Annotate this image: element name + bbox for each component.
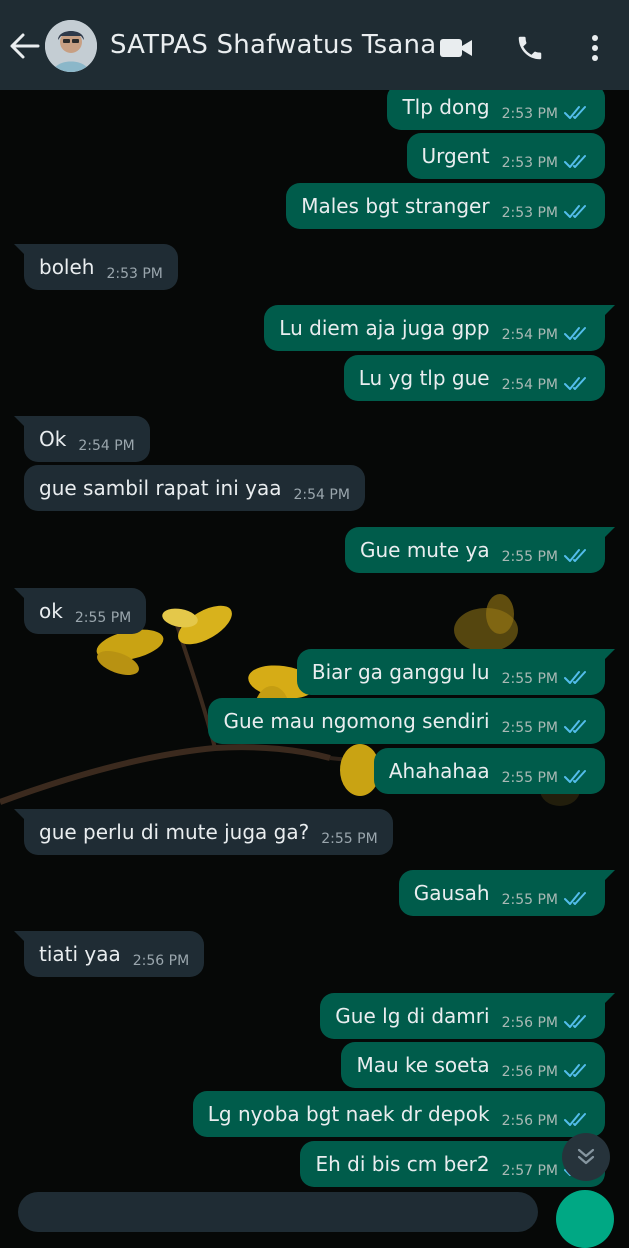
more-vertical-icon bbox=[592, 35, 598, 61]
voice-call-button[interactable] bbox=[510, 28, 550, 68]
read-receipt-icon bbox=[564, 205, 586, 218]
outgoing-message[interactable]: Males bgt stranger 2:53 PM bbox=[286, 183, 605, 229]
message-text: Tlp dong bbox=[402, 95, 490, 119]
message-text: tiati yaa bbox=[39, 942, 121, 966]
contact-name[interactable]: SATPAS Shafwatus Tsana bbox=[110, 30, 436, 60]
message-text: Biar ga ganggu lu bbox=[311, 660, 490, 684]
message-time: 2:53 PM bbox=[501, 155, 558, 171]
message-time: 2:57 PM bbox=[501, 1163, 558, 1179]
message-text: Lu yg tlp gue bbox=[358, 366, 490, 390]
outgoing-message[interactable]: Gue mau ngomong sendiri 2:55 PM bbox=[208, 698, 605, 744]
message-time: 2:56 PM bbox=[501, 1064, 558, 1080]
message-text: boleh bbox=[39, 255, 95, 279]
message-list[interactable]: Tlp dong 2:53 PM Urgent 2:53 PM Males bgt st… bbox=[0, 84, 629, 1200]
incoming-message[interactable]: boleh 2:53 PM bbox=[14, 244, 178, 290]
outgoing-message[interactable]: Gausah 2:55 PM bbox=[398, 870, 616, 916]
read-receipt-icon bbox=[564, 1064, 586, 1077]
read-receipt-icon bbox=[564, 327, 586, 340]
message-time: 2:55 PM bbox=[501, 549, 558, 565]
incoming-message[interactable]: gue perlu di mute juga ga? 2:55 PM bbox=[14, 809, 393, 855]
message-time: 2:55 PM bbox=[74, 610, 132, 626]
outgoing-message[interactable]: Ahahahaa 2:55 PM bbox=[373, 748, 605, 794]
contact-photo bbox=[45, 20, 97, 72]
message-time: 2:55 PM bbox=[501, 671, 558, 687]
outgoing-message[interactable]: Gue mute ya 2:55 PM bbox=[344, 527, 616, 573]
message-time: 2:53 PM bbox=[501, 106, 558, 122]
outgoing-message[interactable]: Eh di bis cm ber2 2:57 PM bbox=[300, 1141, 605, 1187]
read-receipt-icon bbox=[564, 106, 586, 119]
chat-header: SATPAS Shafwatus Tsana bbox=[0, 0, 629, 90]
read-receipt-icon bbox=[564, 770, 586, 783]
mic-button[interactable] bbox=[556, 1190, 614, 1248]
menu-button[interactable] bbox=[575, 28, 615, 68]
message-text: Gausah bbox=[413, 881, 490, 905]
read-receipt-icon bbox=[564, 671, 586, 684]
message-time: 2:54 PM bbox=[501, 327, 558, 343]
message-time: 2:54 PM bbox=[78, 438, 135, 454]
message-input[interactable] bbox=[18, 1192, 538, 1232]
avatar[interactable] bbox=[45, 20, 97, 72]
read-receipt-icon bbox=[564, 155, 586, 168]
message-text: Urgent bbox=[421, 144, 490, 168]
message-text: Ahahahaa bbox=[388, 759, 490, 783]
message-text: gue perlu di mute juga ga? bbox=[39, 820, 310, 844]
arrow-left-icon bbox=[10, 33, 40, 59]
incoming-message[interactable]: ok 2:55 PM bbox=[13, 588, 147, 634]
read-receipt-icon bbox=[564, 1015, 586, 1028]
outgoing-message[interactable]: Mau ke soeta 2:56 PM bbox=[341, 1042, 605, 1088]
message-text: Gue lg di damri bbox=[335, 1004, 490, 1028]
read-receipt-icon bbox=[564, 1113, 586, 1126]
message-time: 2:54 PM bbox=[293, 487, 350, 503]
outgoing-message[interactable]: Gue lg di damri 2:56 PM bbox=[320, 993, 615, 1039]
message-time: 2:55 PM bbox=[321, 831, 378, 847]
outgoing-message[interactable]: Urgent 2:53 PM bbox=[406, 133, 605, 179]
message-time: 2:56 PM bbox=[132, 953, 190, 969]
message-time: 2:54 PM bbox=[501, 377, 558, 393]
message-time: 2:55 PM bbox=[501, 892, 558, 908]
phone-icon bbox=[518, 36, 542, 60]
message-text: Eh di bis cm ber2 bbox=[315, 1152, 490, 1176]
read-receipt-icon bbox=[564, 549, 586, 562]
message-time: 2:53 PM bbox=[501, 205, 558, 221]
scroll-to-bottom-button[interactable] bbox=[562, 1133, 610, 1181]
message-text: Lg nyoba bgt naek dr depok bbox=[207, 1102, 490, 1126]
double-chevron-down-icon bbox=[577, 1148, 595, 1165]
message-text: Mau ke soeta bbox=[356, 1053, 490, 1077]
message-text: Males bgt stranger bbox=[301, 194, 490, 218]
outgoing-message[interactable]: Lg nyoba bgt naek dr depok 2:56 PM bbox=[192, 1091, 605, 1137]
back-button[interactable] bbox=[8, 26, 42, 66]
message-text: Gue mute ya bbox=[359, 538, 490, 562]
outgoing-message[interactable]: Lu yg tlp gue 2:54 PM bbox=[343, 355, 605, 401]
outgoing-message[interactable]: Lu diem aja juga gpp 2:54 PM bbox=[264, 305, 615, 351]
outgoing-message[interactable]: Biar ga ganggu lu 2:55 PM bbox=[296, 649, 616, 695]
video-call-button[interactable] bbox=[436, 28, 476, 68]
read-receipt-icon bbox=[564, 377, 586, 390]
read-receipt-icon bbox=[564, 892, 586, 905]
message-time: 2:55 PM bbox=[501, 720, 558, 736]
message-time: 2:56 PM bbox=[501, 1113, 558, 1129]
message-time: 2:55 PM bbox=[501, 770, 558, 786]
message-time: 2:53 PM bbox=[106, 266, 163, 282]
read-receipt-icon bbox=[564, 720, 586, 733]
video-call-icon bbox=[440, 39, 472, 57]
incoming-message[interactable]: Ok 2:54 PM bbox=[14, 416, 150, 462]
message-text: Lu diem aja juga gpp bbox=[279, 316, 490, 340]
message-text: Ok bbox=[39, 427, 67, 451]
incoming-message[interactable]: tiati yaa 2:56 PM bbox=[13, 931, 205, 977]
message-text: Gue mau ngomong sendiri bbox=[223, 709, 490, 733]
message-text: gue sambil rapat ini yaa bbox=[39, 476, 282, 500]
incoming-message[interactable]: gue sambil rapat ini yaa 2:54 PM bbox=[24, 465, 365, 511]
outgoing-message[interactable]: Tlp dong 2:53 PM bbox=[387, 84, 605, 130]
message-text: ok bbox=[39, 599, 63, 623]
message-time: 2:56 PM bbox=[501, 1015, 558, 1031]
